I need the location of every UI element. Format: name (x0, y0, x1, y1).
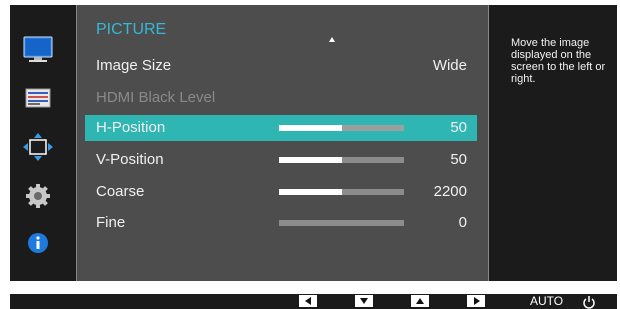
right-arrow-key[interactable] (467, 295, 485, 307)
onscreen-display-icon (25, 88, 51, 108)
row-label: HDMI Black Level (96, 89, 216, 106)
up-arrow-icon (416, 298, 424, 304)
down-arrow-key[interactable] (355, 295, 373, 307)
osd-menu: PICTURE Image Size Wide HDMI Black Level… (10, 5, 617, 281)
fine-slider[interactable] (279, 220, 404, 226)
bottom-key-guide: AUTO (10, 294, 617, 309)
menu-row-h-position[interactable]: H-Position 50 (85, 115, 477, 141)
menu-row-v-position[interactable]: V-Position 50 (85, 147, 477, 173)
slider-fill (279, 189, 342, 195)
row-value: Wide (432, 57, 467, 74)
position-arrows-icon (23, 133, 53, 161)
v-position-slider[interactable] (279, 157, 404, 163)
information-icon (28, 233, 48, 253)
row-label: H-Position (96, 119, 166, 136)
left-arrow-icon (305, 297, 311, 305)
coarse-slider[interactable] (279, 189, 404, 195)
sidebar-item-picture[interactable] (10, 35, 76, 69)
row-value: 50 (450, 151, 467, 168)
settings-gear-icon (26, 184, 50, 208)
help-panel: Move the image displayed on the screen t… (490, 5, 617, 281)
h-position-slider[interactable] (279, 125, 404, 131)
picture-monitor-icon (23, 36, 53, 62)
power-icon[interactable] (582, 295, 596, 309)
menu-title: PICTURE (96, 21, 167, 38)
row-label: V-Position (96, 151, 164, 168)
menu-row-image-size[interactable]: Image Size Wide (85, 53, 477, 79)
row-value: 50 (450, 119, 467, 136)
sidebar (10, 5, 76, 281)
right-arrow-icon (474, 297, 480, 305)
row-label: Coarse (96, 183, 145, 200)
row-value: 0 (458, 214, 467, 231)
sidebar-item-setup[interactable] (10, 181, 76, 215)
scroll-up-indicator-icon (329, 37, 335, 42)
menu-row-coarse[interactable]: Coarse 2200 (85, 179, 477, 205)
up-arrow-key[interactable] (411, 295, 429, 307)
slider-fill (279, 125, 342, 131)
auto-button[interactable]: AUTO (530, 294, 563, 309)
left-arrow-key[interactable] (299, 295, 317, 307)
sidebar-item-position[interactable] (10, 132, 76, 166)
row-value: 2200 (433, 183, 467, 200)
row-label: Fine (96, 214, 126, 231)
menu-panel: PICTURE Image Size Wide HDMI Black Level… (76, 5, 489, 281)
sidebar-item-onscreen-display[interactable] (10, 85, 76, 119)
help-text: Move the image displayed on the screen t… (511, 37, 606, 85)
row-label: Image Size (96, 57, 172, 74)
down-arrow-icon (360, 298, 368, 304)
menu-row-fine[interactable]: Fine 0 (85, 210, 477, 236)
sidebar-item-information[interactable] (10, 226, 76, 260)
slider-fill (279, 157, 342, 163)
menu-row-hdmi-black-level: HDMI Black Level (85, 85, 477, 111)
